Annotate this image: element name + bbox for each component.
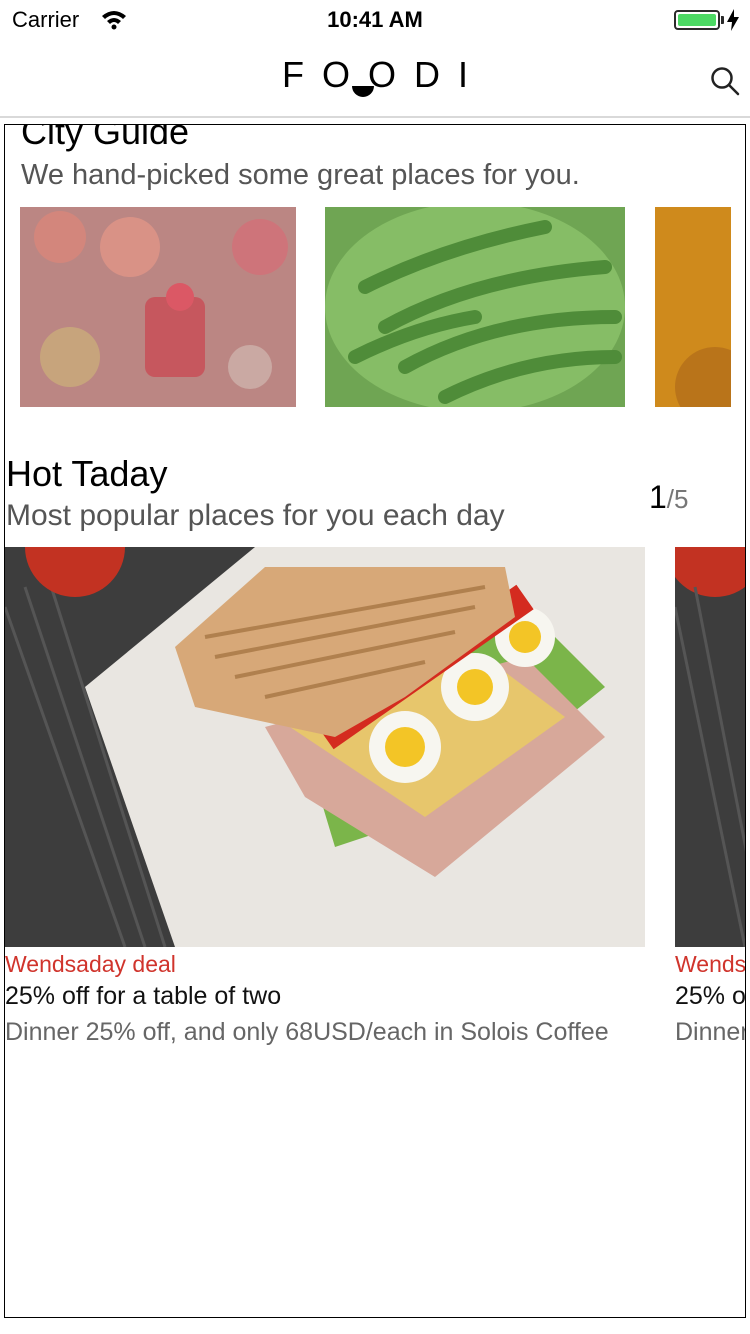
cocktails-image bbox=[20, 207, 296, 407]
deal-card[interactable]: Wendsaday deal 25% off for a table of tw… bbox=[5, 547, 645, 1049]
deal-card[interactable]: Wendsaday deal 25% off for a table of tw… bbox=[675, 547, 746, 1049]
nav-bar: FOODI bbox=[0, 40, 750, 118]
city-guide-card-curry[interactable] bbox=[655, 207, 731, 407]
city-guide-title: City Guide bbox=[21, 124, 190, 152]
status-bar: Carrier 10:41 AM bbox=[0, 0, 750, 40]
okra-image bbox=[325, 207, 625, 407]
city-guide-card-cocktails[interactable] bbox=[20, 207, 296, 407]
deal-image bbox=[675, 547, 745, 947]
page-total: /5 bbox=[666, 484, 689, 514]
deal-description: Dinner 25% off, and only 68USD/each in S… bbox=[675, 1018, 746, 1046]
deal-image bbox=[5, 547, 645, 947]
hot-today-subtitle: Most popular places for you each day bbox=[6, 499, 505, 532]
battery-tip bbox=[721, 16, 724, 24]
curry-image bbox=[655, 207, 731, 407]
page-indicator: 1/5 bbox=[649, 479, 688, 516]
search-icon[interactable] bbox=[710, 66, 740, 96]
deal-tag: Wendsaday deal bbox=[5, 951, 176, 977]
deal-title: 25% off for a table of two bbox=[675, 982, 746, 1010]
hot-today-title: Hot Taday bbox=[6, 453, 168, 494]
charging-icon bbox=[727, 9, 739, 31]
content-scroll-area[interactable]: City Guide We hand-picked some great pla… bbox=[4, 124, 746, 1318]
city-guide-card-okra[interactable] bbox=[325, 207, 625, 407]
deal-description: Dinner 25% off, and only 68USD/each in S… bbox=[5, 1018, 609, 1046]
app-logo[interactable]: FOODI bbox=[0, 54, 750, 96]
page-current: 1 bbox=[649, 479, 667, 515]
city-guide-subtitle: We hand-picked some great places for you… bbox=[21, 159, 580, 191]
deal-title: 25% off for a table of two bbox=[5, 982, 282, 1010]
battery-icon bbox=[674, 10, 720, 30]
deal-tag: Wendsaday deal bbox=[675, 951, 746, 977]
clock: 10:41 AM bbox=[327, 7, 423, 32]
